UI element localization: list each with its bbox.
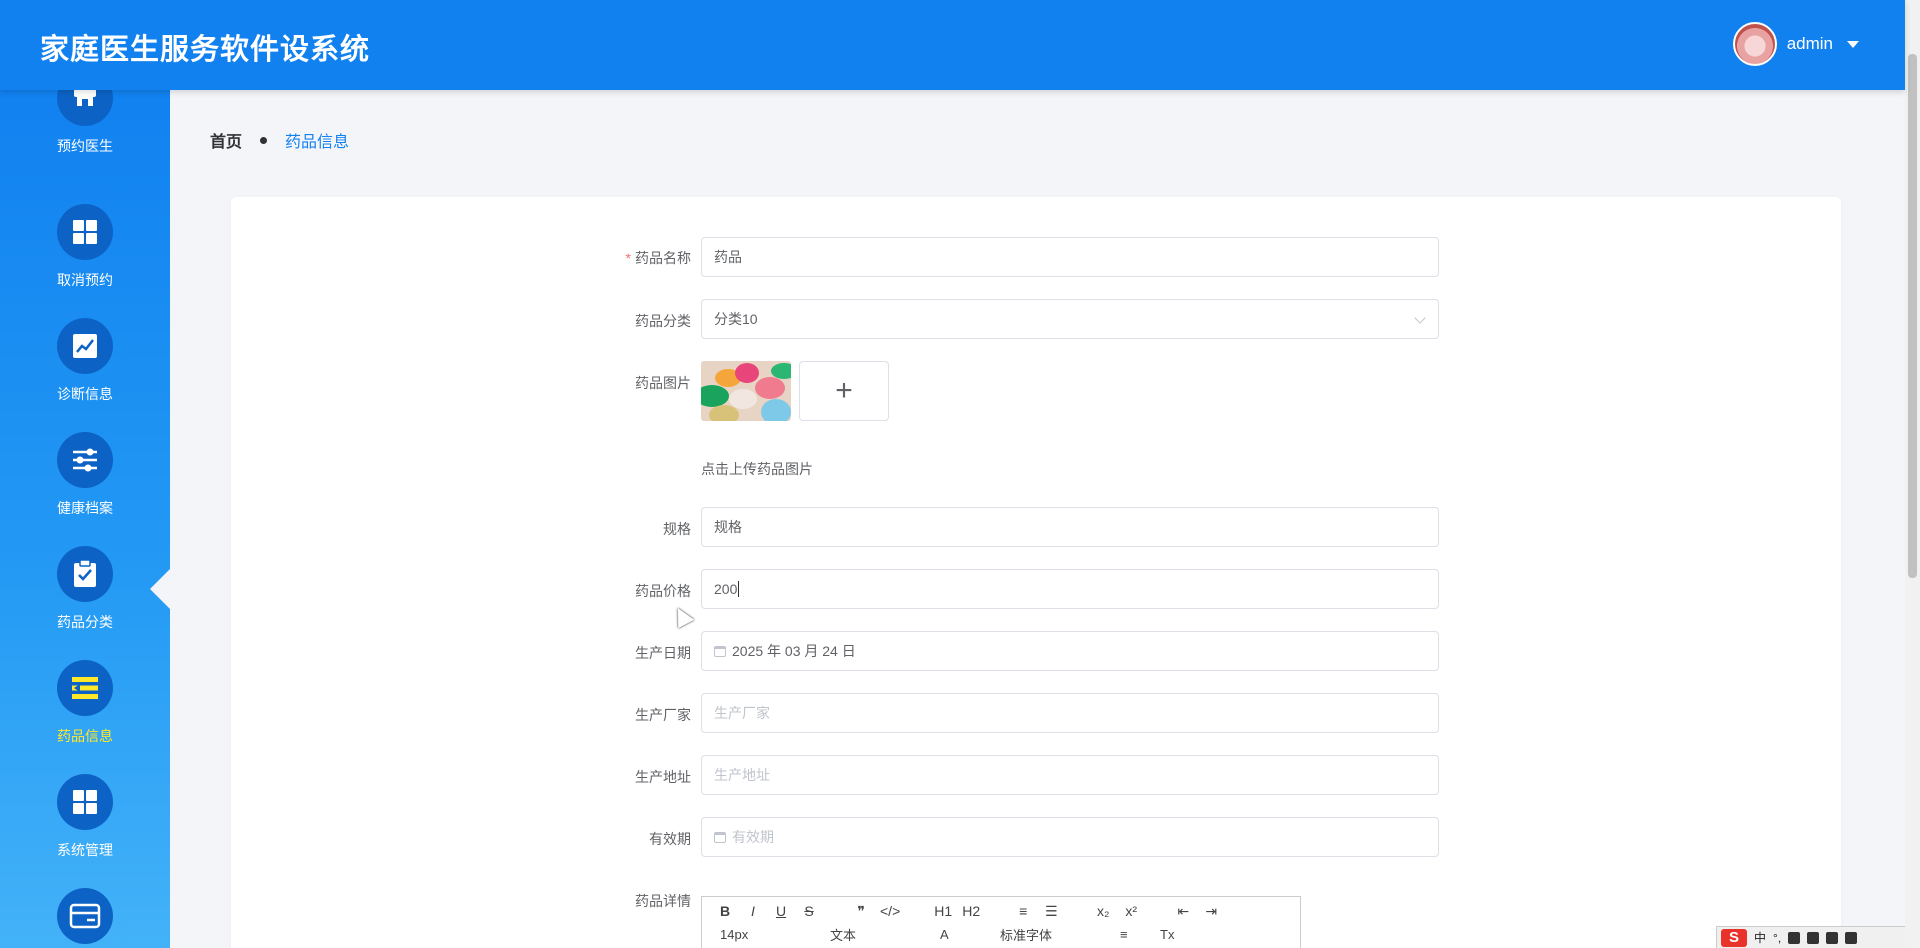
scrollbar-thumb[interactable]	[1908, 54, 1917, 578]
grid-icon	[57, 774, 113, 830]
microphone-icon[interactable]	[1788, 931, 1801, 944]
sidebar-item-diagnosis[interactable]: 诊断信息	[0, 318, 170, 404]
store-icon	[57, 90, 113, 126]
spec-input[interactable]: 规格	[701, 507, 1439, 547]
drug-category-label: 药品分类	[635, 313, 691, 329]
drug-image-label: 药品图片	[635, 375, 691, 391]
address-label: 生产地址	[635, 769, 691, 785]
italic-button[interactable]: I	[744, 903, 762, 919]
calendar-icon	[714, 645, 726, 657]
breadcrumb-current: 药品信息	[285, 134, 350, 151]
sidebar-item-cancel-appointment[interactable]: 取消预约	[0, 204, 170, 290]
sidebar-item-drug-category[interactable]: 药品分类	[0, 546, 170, 632]
upload-tip: 点击上传药品图片	[701, 461, 813, 477]
drug-category-value: 分类10	[714, 311, 758, 327]
font-size-select[interactable]: 14px	[720, 927, 830, 942]
drug-category-select[interactable]: 分类10	[701, 299, 1439, 339]
sidebar-item-label: 诊断信息	[57, 386, 113, 402]
avatar[interactable]	[1732, 22, 1777, 66]
details-label: 药品详情	[635, 893, 691, 909]
sidebar-item-drug-info[interactable]: 药品信息	[0, 660, 170, 746]
font-color-button[interactable]: A	[940, 927, 1000, 942]
required-mark: *	[625, 250, 631, 266]
app-title: 家庭医生服务软件设系统	[40, 34, 371, 66]
sidebar-item-label: 预约医生	[57, 138, 113, 154]
font-family-select[interactable]: 标准字体	[1000, 925, 1120, 943]
outdent-button[interactable]: ⇤	[1174, 903, 1192, 920]
text-cursor	[738, 581, 740, 597]
h1-button[interactable]: H1	[934, 903, 952, 919]
clipboard-check-icon	[57, 546, 113, 602]
grid-icon[interactable]	[1845, 931, 1858, 944]
breadcrumb-home[interactable]: 首页	[210, 128, 242, 152]
sidebar-item-system-admin[interactable]: 系统管理	[0, 774, 170, 860]
user-menu[interactable]: admin	[1732, 22, 1859, 66]
sidebar-item-health-records[interactable]: 健康档案	[0, 432, 170, 518]
h2-button[interactable]: H2	[962, 903, 980, 919]
subscript-button[interactable]: x₂	[1094, 903, 1112, 919]
underline-button[interactable]: U	[772, 903, 790, 919]
sidebar-item-label: 药品分类	[57, 614, 113, 630]
strike-button[interactable]: S	[800, 903, 818, 919]
breadcrumb: 首页 药品信息	[210, 128, 349, 152]
blockquote-button[interactable]: ❞	[852, 903, 870, 920]
sidebar-item-label: 系统管理	[57, 842, 113, 858]
expiry-label: 有效期	[649, 831, 691, 847]
sidebar-item-more[interactable]	[0, 888, 170, 944]
sidebar-item-label: 取消预约	[57, 272, 113, 288]
chart-icon	[57, 318, 113, 374]
sliders-icon	[57, 432, 113, 488]
bold-button[interactable]: B	[716, 903, 734, 919]
ime-punctuation[interactable]: °,	[1773, 931, 1781, 945]
ime-mode[interactable]: 中	[1754, 929, 1766, 946]
sidebar-item-label: 药品信息	[57, 728, 113, 744]
ime-logo[interactable]: S	[1721, 928, 1747, 947]
manufacturer-label: 生产厂家	[635, 707, 691, 723]
heading-select[interactable]: 文本	[830, 925, 940, 943]
drug-image-thumbnail[interactable]	[701, 361, 791, 421]
drug-name-input[interactable]: 药品	[701, 237, 1439, 277]
price-label: 药品价格	[635, 583, 691, 599]
sidebar-item-book-doctor[interactable]: 预约医生	[0, 90, 170, 156]
calendar-icon	[714, 831, 726, 843]
spec-label: 规格	[663, 521, 691, 537]
ime-toolbar: S 中 °,	[1716, 926, 1905, 948]
bullet-list-button[interactable]: ☰	[1042, 903, 1060, 920]
indent-button[interactable]: ⇥	[1202, 903, 1220, 920]
ordered-list-button[interactable]: ≡	[1014, 903, 1032, 919]
rich-text-editor[interactable]: B I U S ❞ </> H1 H2 ≡ ☰ x₂ x² ⇤ ⇥ 14px 文…	[701, 896, 1301, 948]
scrollbar[interactable]	[1905, 0, 1920, 948]
top-header: 家庭医生服务软件设系统 admin	[0, 0, 1905, 90]
sidebar-item-label: 健康档案	[57, 500, 113, 516]
caret-down-icon[interactable]	[1847, 40, 1859, 48]
grid-icon	[57, 204, 113, 260]
superscript-button[interactable]: x²	[1122, 903, 1140, 919]
editor-toolbar-row2: 14px 文本 A 标准字体 ≡ Tx	[702, 925, 1300, 943]
address-input[interactable]: 生产地址	[701, 755, 1439, 795]
list-icon	[57, 660, 113, 716]
production-date-label: 生产日期	[635, 645, 691, 661]
align-button[interactable]: ≡	[1120, 927, 1160, 942]
breadcrumb-separator	[260, 136, 268, 144]
card-icon	[57, 888, 113, 944]
price-input[interactable]: 200	[701, 569, 1439, 609]
upload-button[interactable]: +	[799, 361, 889, 421]
username[interactable]: admin	[1787, 34, 1833, 54]
shirt-icon[interactable]	[1826, 931, 1839, 944]
clear-format-button[interactable]: Tx	[1160, 927, 1174, 942]
chevron-down-icon	[1414, 312, 1426, 324]
drug-name-label: * 药品名称	[625, 250, 691, 266]
active-indicator	[150, 567, 172, 611]
keyboard-icon[interactable]	[1807, 931, 1820, 944]
production-date-picker[interactable]: 2025 年 03 月 24 日	[701, 631, 1439, 671]
expiry-date-picker[interactable]: 有效期	[701, 817, 1439, 857]
editor-toolbar: B I U S ❞ </> H1 H2 ≡ ☰ x₂ x² ⇤ ⇥	[702, 897, 1300, 925]
code-button[interactable]: </>	[880, 903, 900, 919]
sidebar: 预约医生 取消预约 诊断信息 健康档案 药品分类 药品信息 系统管理	[0, 90, 170, 948]
manufacturer-input[interactable]: 生产厂家	[701, 693, 1439, 733]
